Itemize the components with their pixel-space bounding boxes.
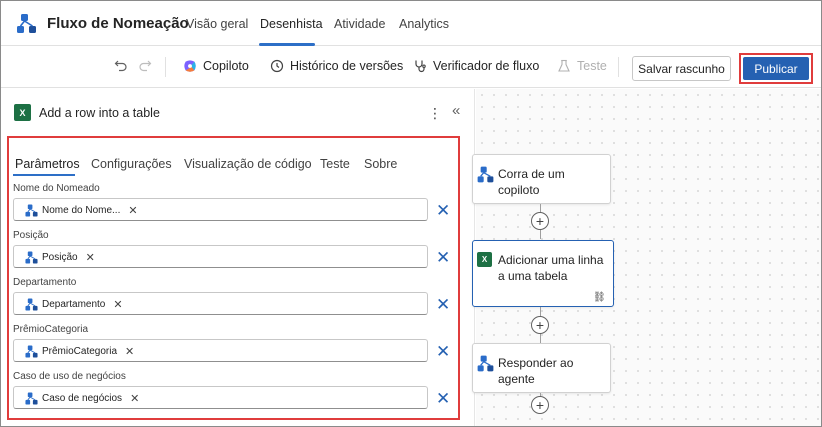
clear-field-icon[interactable]: ✕ — [436, 202, 450, 219]
redo-icon[interactable] — [138, 58, 152, 72]
tab-about[interactable]: Sobre — [364, 157, 397, 171]
trigger-node[interactable]: Corra de um copiloto — [472, 154, 611, 204]
app-title: Fluxo de Nomeação — [47, 15, 189, 32]
chip-label: PrêmioCategoria — [42, 346, 118, 357]
tab-analytics[interactable]: Analytics — [399, 17, 449, 31]
remove-chip-icon[interactable]: ✕ — [125, 345, 134, 358]
undo-icon[interactable] — [114, 58, 128, 72]
panel-header: X Add a row into a table — [14, 104, 160, 121]
flow-token-icon — [25, 204, 38, 217]
clear-field-icon[interactable]: ✕ — [436, 249, 450, 266]
toolbar-divider — [165, 57, 166, 77]
flow-token-icon — [25, 392, 38, 405]
dynamic-content-chip: Departamento ✕ — [25, 297, 123, 312]
dynamic-content-chip: Posição ✕ — [25, 250, 95, 265]
tab-parameters[interactable]: Parâmetros — [15, 157, 80, 171]
tab-activity[interactable]: Atividade — [334, 17, 385, 31]
chip-label: Caso de negócios — [42, 393, 123, 404]
beaker-icon — [558, 59, 570, 72]
save-draft-button[interactable]: Salvar rascunho — [632, 56, 731, 81]
copilot-icon — [184, 60, 196, 72]
copilot-button[interactable]: Copiloto — [183, 59, 249, 73]
tab-configurations[interactable]: Configurações — [91, 157, 172, 171]
test-label: Teste — [577, 59, 607, 73]
node-label: Responder ao agente — [498, 356, 574, 386]
field-label-nominee-name: Nome do Nomeado — [13, 183, 100, 194]
field-label-business-case: Caso de uso de negócios — [13, 371, 126, 382]
version-history-label: Histórico de versões — [290, 59, 404, 73]
remove-chip-icon[interactable]: ✕ — [130, 392, 139, 405]
business-case-field[interactable]: Caso de negócios ✕ — [13, 386, 428, 409]
action-panel: X Add a row into a table ⋮ « Parâmetros … — [1, 89, 475, 426]
field-label-position: Posição — [13, 230, 49, 241]
department-field[interactable]: Departamento ✕ — [13, 292, 428, 315]
dynamic-content-chip: Nome do Nome... ✕ — [25, 203, 138, 218]
version-history-button[interactable]: Histórico de versões — [270, 59, 403, 73]
flow-token-icon — [25, 298, 38, 311]
flow-token-icon — [25, 345, 38, 358]
copilot-label: Copiloto — [203, 59, 249, 73]
tab-code-view[interactable]: Visualização de código — [184, 157, 312, 171]
link-icon: ⛓ — [593, 292, 606, 303]
more-options-icon[interactable]: ⋮ — [428, 105, 442, 122]
flow-node-icon — [477, 166, 494, 183]
tab-designer[interactable]: Desenhista — [260, 17, 323, 31]
collapse-panel-icon[interactable]: « — [452, 102, 460, 119]
active-panel-tab-indicator — [13, 174, 75, 176]
flow-logo-icon — [17, 14, 36, 33]
app-window: Fluxo de Nomeação Visão geral Desenhista… — [0, 0, 822, 427]
remove-chip-icon[interactable]: ✕ — [113, 298, 122, 311]
add-step-icon[interactable]: + — [531, 396, 549, 414]
stethoscope-icon — [415, 60, 426, 73]
excel-icon: X — [477, 252, 492, 267]
clear-field-icon[interactable]: ✕ — [436, 343, 450, 360]
add-step-icon[interactable]: + — [531, 212, 549, 230]
excel-icon: X — [14, 104, 31, 121]
remove-chip-icon[interactable]: ✕ — [86, 251, 95, 264]
add-row-node[interactable]: X Adicionar uma linha a uma tabela ⛓ — [472, 240, 614, 307]
top-nav: Fluxo de Nomeação Visão geral Desenhista… — [1, 1, 821, 46]
dynamic-content-chip: Caso de negócios ✕ — [25, 391, 139, 406]
award-category-field[interactable]: PrêmioCategoria ✕ — [13, 339, 428, 362]
publish-highlight: Publicar — [739, 53, 813, 84]
position-field[interactable]: Posição ✕ — [13, 245, 428, 268]
flow-node-icon — [477, 355, 494, 372]
add-step-icon[interactable]: + — [531, 316, 549, 334]
nominee-name-field[interactable]: Nome do Nome... ✕ — [13, 198, 428, 221]
flow-canvas[interactable]: Corra de um copiloto + X Adicionar uma l… — [472, 89, 821, 426]
respond-node[interactable]: Responder ao agente — [472, 343, 611, 393]
field-label-department: Departamento — [13, 277, 77, 288]
toolbar-divider — [618, 57, 619, 77]
flow-checker-label: Verificador de fluxo — [433, 59, 540, 73]
node-label: Adicionar uma linha a uma tabela — [498, 253, 604, 283]
flow-token-icon — [25, 251, 38, 264]
node-label: Corra de um copiloto — [498, 167, 565, 197]
tab-overview[interactable]: Visão geral — [186, 17, 248, 31]
history-icon — [270, 59, 284, 73]
chip-label: Nome do Nome... — [42, 205, 121, 216]
clear-field-icon[interactable]: ✕ — [436, 390, 450, 407]
panel-title: Add a row into a table — [39, 105, 160, 120]
chip-label: Departamento — [42, 299, 106, 310]
toolbar: Copiloto Histórico de versões Verificado… — [1, 46, 821, 88]
remove-chip-icon[interactable]: ✕ — [128, 204, 137, 217]
test-button[interactable]: Teste — [557, 59, 607, 73]
flow-checker-button[interactable]: Verificador de fluxo — [413, 59, 539, 73]
clear-field-icon[interactable]: ✕ — [436, 296, 450, 313]
tab-test[interactable]: Teste — [320, 157, 350, 171]
chip-label: Posição — [42, 252, 78, 263]
dynamic-content-chip: PrêmioCategoria ✕ — [25, 344, 134, 359]
field-label-award-category: PrêmioCategoria — [13, 324, 89, 335]
publish-button[interactable]: Publicar — [743, 57, 809, 80]
